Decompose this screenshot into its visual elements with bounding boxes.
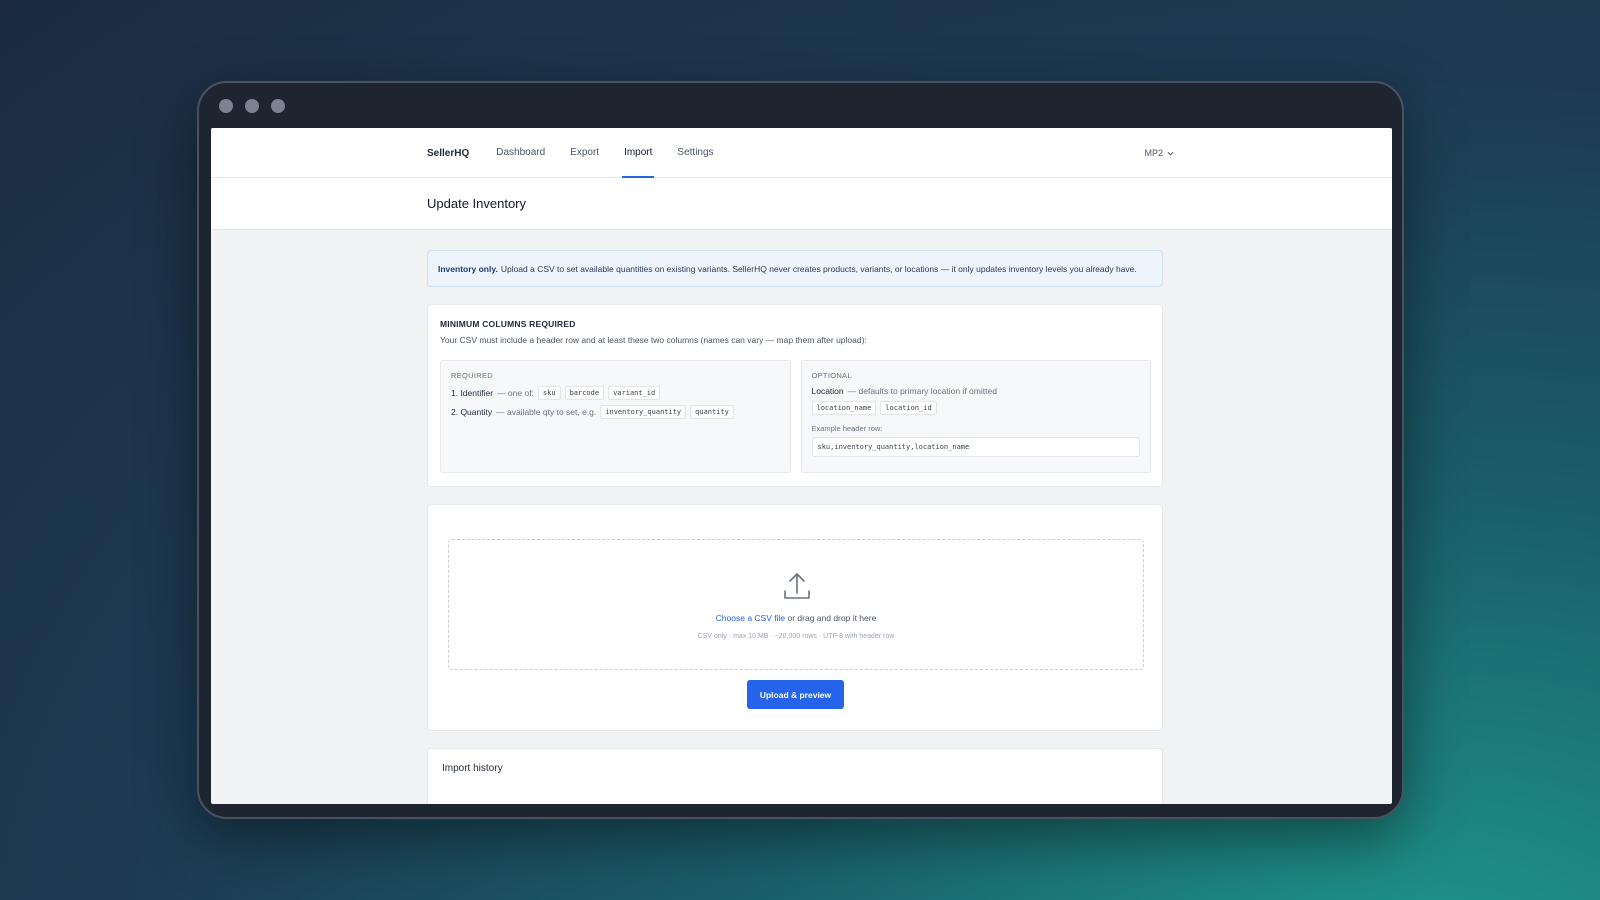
nav-export[interactable]: Export [570, 128, 599, 178]
top-navigation: SellerHQ Dashboard Export Import Setting… [211, 128, 1392, 178]
dropzone-text: Choose a CSV file or drag and drop it he… [449, 613, 1143, 623]
requirements-card: MINIMUM COLUMNS REQUIRED Your CSV must i… [427, 304, 1163, 487]
required-columns-panel: REQUIRED 1. Identifier — one of: sku bar… [440, 360, 791, 473]
window-dot-3[interactable] [271, 99, 285, 113]
app-screen: SellerHQ Dashboard Export Import Setting… [211, 128, 1392, 804]
nav-dashboard[interactable]: Dashboard [496, 128, 545, 178]
brand-logo[interactable]: SellerHQ [427, 148, 469, 159]
optional-columns-panel: OPTIONAL Location — defaults to primary … [800, 360, 1151, 473]
optional-title: OPTIONAL [811, 371, 852, 380]
import-history-card: Import history [427, 748, 1163, 804]
quantity-row: 2. Quantity — available qty to set, e.g.… [451, 405, 780, 419]
requirements-title: MINIMUM COLUMNS REQUIRED [440, 319, 576, 329]
choose-file-link[interactable]: Choose a CSV file [716, 613, 785, 623]
quantity-note: — available qty to set, e.g. [496, 407, 597, 417]
store-switcher[interactable]: MP2 [1144, 128, 1174, 178]
upload-preview-button[interactable]: Upload & preview [747, 680, 844, 709]
page-title: Update Inventory [427, 196, 527, 211]
window-controls [219, 99, 285, 113]
quantity-label: 2. Quantity [451, 407, 493, 417]
code-variant-id: variant_id [608, 386, 661, 400]
dropzone-hint: CSV only · max 10 MB · ~20,000 rows · UT… [697, 633, 895, 640]
example-label: Example header row: [811, 424, 883, 433]
device-frame: SellerHQ Dashboard Export Import Setting… [197, 81, 1404, 819]
identifier-label: 1. Identifier [451, 388, 494, 398]
identifier-note: — one of: [497, 388, 534, 398]
file-dropzone[interactable]: Choose a CSV file or drag and drop it he… [448, 539, 1144, 670]
code-sku: sku [537, 386, 561, 400]
code-barcode: barcode [564, 386, 605, 400]
dropzone-instruction: or drag and drop it here [787, 613, 877, 623]
window-dot-1[interactable] [219, 99, 233, 113]
nav-settings[interactable]: Settings [677, 128, 713, 178]
notice-bold: Inventory only. [438, 263, 498, 274]
example-header-row[interactable]: sku,inventory_quantity,location_name [811, 437, 1140, 457]
location-row: Location — defaults to primary location … [812, 386, 1141, 396]
store-name: MP2 [1144, 148, 1163, 158]
code-quantity: quantity [690, 405, 734, 419]
location-note: — defaults to primary location if omitte… [847, 386, 997, 396]
code-inventory-quantity: inventory_quantity [600, 405, 687, 419]
required-title: REQUIRED [451, 371, 493, 380]
import-history-title: Import history [442, 763, 503, 774]
nav-import[interactable]: Import [622, 128, 655, 178]
code-location-name: location_name [811, 401, 877, 415]
page-header: Update Inventory [211, 178, 1392, 230]
window-dot-2[interactable] [245, 99, 259, 113]
location-label: Location [811, 386, 844, 396]
info-notice: Inventory only. Upload a CSV to set avai… [427, 250, 1163, 287]
requirements-description: Your CSV must include a header row and a… [440, 335, 867, 345]
identifier-row: 1. Identifier — one of: sku barcode vari… [451, 386, 780, 400]
upload-icon [784, 573, 810, 599]
upload-card: Choose a CSV file or drag and drop it he… [427, 504, 1163, 731]
main-content: Inventory only. Upload a CSV to set avai… [427, 250, 1163, 804]
code-location-id: location_id [880, 401, 937, 415]
chevron-down-icon [1167, 151, 1174, 156]
notice-text: Upload a CSV to set available quantities… [500, 263, 1137, 274]
